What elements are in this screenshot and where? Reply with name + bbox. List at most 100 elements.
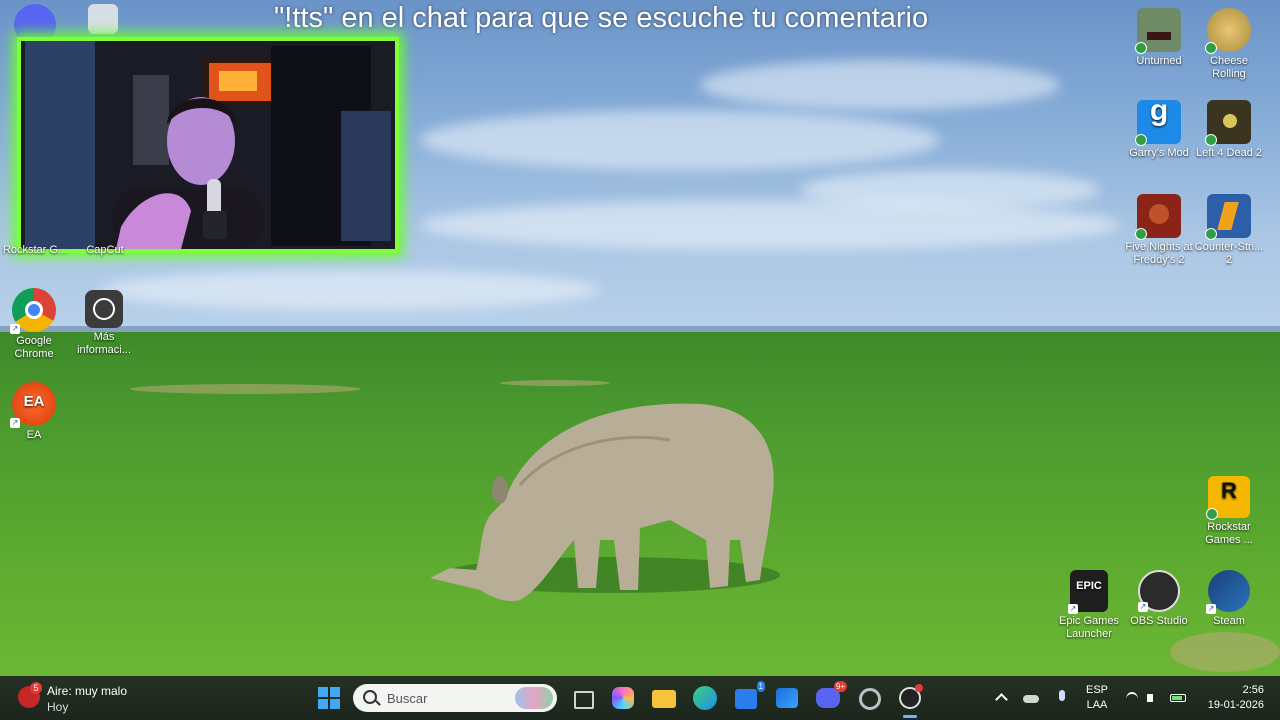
task-view-icon: [574, 691, 594, 709]
settings-button[interactable]: [856, 685, 882, 711]
cheese-rolling-icon: [1205, 8, 1251, 54]
app-icon: [88, 4, 118, 34]
taskbar: 5 Aire: muy malo Hoy Buscar 1 9+ ESP LAA…: [0, 676, 1280, 720]
language-bottom: LAA: [1086, 699, 1108, 711]
icon-label: Garry's Mod: [1129, 147, 1189, 159]
chrome-icon: ↗: [10, 288, 56, 334]
show-hidden-icons-chevron-icon[interactable]: [994, 690, 1010, 706]
windows-logo-icon: [318, 687, 328, 697]
icon-label: CapCut: [86, 244, 124, 256]
shortcut-arrow-icon: ↗: [1206, 604, 1216, 614]
icon-label: Five Nights at Freddy's 2: [1125, 241, 1193, 266]
clock-date: 19-01-2026: [1207, 699, 1264, 711]
sync-check-icon: [1205, 42, 1217, 54]
desktop-icon-ea[interactable]: EA ↗ EA: [0, 382, 71, 442]
desktop-icon-unturned[interactable]: Unturned: [1122, 8, 1196, 68]
desktop-icon-garrys-mod[interactable]: g Garry's Mod: [1122, 96, 1196, 160]
icon-label: Más informaci...: [77, 331, 131, 356]
unturned-icon: [1135, 8, 1181, 54]
volume-icon[interactable]: [1146, 690, 1162, 706]
gear-icon: [859, 688, 881, 710]
icon-label: OBS Studio: [1130, 615, 1188, 627]
desktop-icon-obs-studio[interactable]: ↗ OBS Studio: [1122, 570, 1196, 628]
sync-check-icon: [1135, 228, 1147, 240]
battery-icon[interactable]: [1170, 690, 1186, 706]
desktop-icon-steam[interactable]: ↗ Steam: [1192, 570, 1266, 628]
language-indicator[interactable]: ESP LAA: [1086, 683, 1108, 713]
desktop-icon-rockstar-games-launcher[interactable]: R Rockstar Games ...: [1192, 476, 1266, 547]
search-icon: [363, 690, 377, 704]
shortcut-arrow-icon: ↗: [10, 418, 20, 428]
obs-studio-icon: ↗: [1138, 570, 1180, 612]
steam-icon: ↗: [1206, 570, 1250, 614]
desktop-icon-epic-games-launcher[interactable]: EPIC ↗ Epic Games Launcher: [1052, 570, 1126, 641]
weather-widget[interactable]: 5 Aire: muy malo Hoy: [18, 682, 168, 714]
sync-check-icon: [1135, 134, 1147, 146]
recording-dot-icon: [915, 684, 923, 692]
fnaf2-icon: [1135, 194, 1181, 240]
counter-strike-2-icon: [1205, 194, 1251, 240]
sync-check-icon: [1205, 134, 1217, 146]
microsoft-store-button[interactable]: 1: [733, 681, 765, 711]
discord-button[interactable]: 9+: [815, 681, 847, 711]
icon-label: Rockstar G...: [2, 244, 68, 256]
search-placeholder: Buscar: [387, 691, 428, 706]
discord-badge: 9+: [833, 681, 847, 692]
desktop-icon-left-4-dead-2[interactable]: Left 4 Dead 2: [1192, 100, 1266, 160]
task-view-button[interactable]: [570, 685, 596, 711]
icon-label: Rockstar Games ...: [1205, 521, 1253, 546]
epic-games-icon: EPIC ↗: [1068, 570, 1108, 614]
copilot-button[interactable]: [610, 685, 636, 711]
file-explorer-button[interactable]: [651, 685, 677, 711]
shortcut-arrow-icon: ↗: [10, 324, 20, 334]
ea-icon: EA ↗: [10, 382, 56, 428]
sync-check-icon: [1206, 508, 1218, 520]
microphone-icon[interactable]: [1054, 690, 1070, 706]
start-button[interactable]: [318, 687, 340, 709]
search-highlight-art: [515, 687, 553, 709]
icon-label: Steam: [1213, 615, 1245, 627]
active-app-indicator: [903, 715, 917, 718]
desktop-icon-mas-informacion[interactable]: Más informaci...: [67, 290, 141, 357]
edge-icon: [693, 686, 717, 710]
edge-button[interactable]: [692, 685, 718, 711]
icon-label: Counter-Stri... 2: [1194, 241, 1264, 266]
outlook-button[interactable]: [774, 685, 800, 711]
copilot-icon: [612, 687, 634, 709]
desktop-icon-rockstar-partial[interactable]: Rockstar G...: [0, 244, 70, 257]
wifi-icon[interactable]: [1124, 690, 1140, 706]
rhino-image: [430, 403, 780, 602]
icon-label: Epic Games Launcher: [1059, 615, 1119, 640]
webcam-feed: [21, 41, 395, 249]
icon-label: Cheese Rolling: [1210, 55, 1248, 80]
store-badge: 1: [756, 681, 765, 692]
desktop-icon-cheese-rolling[interactable]: Cheese Rolling: [1192, 8, 1266, 81]
weather-sub-text: Hoy: [47, 700, 69, 714]
language-top: ESP: [1086, 684, 1109, 696]
icon-label: EA: [26, 429, 42, 441]
desktop-icon-google-chrome[interactable]: ↗ Google Chrome: [0, 288, 71, 361]
icon-label: Google Chrome: [14, 335, 54, 360]
desktop-icon-five-nights-at-freddys-2[interactable]: Five Nights at Freddy's 2: [1122, 194, 1196, 267]
icon-label: Unturned: [1136, 55, 1182, 67]
left-4-dead-2-icon: [1205, 100, 1251, 146]
clock-time: 2:56: [1242, 684, 1264, 696]
taskbar-search-box[interactable]: Buscar: [353, 684, 557, 712]
more-info-icon: [85, 290, 123, 328]
shortcut-arrow-icon: ↗: [1138, 602, 1148, 612]
store-icon: [735, 689, 757, 709]
desktop-icon-partial-2[interactable]: [68, 4, 138, 37]
desktop-icon-capcut-partial[interactable]: CapCut: [70, 244, 140, 257]
shortcut-arrow-icon: ↗: [1068, 604, 1078, 614]
desktop-icon-counter-strike-2[interactable]: Counter-Stri... 2: [1192, 194, 1266, 267]
outlook-icon: [776, 688, 798, 708]
stream-tts-overlay-text: "!tts" en el chat para que se escuche tu…: [274, 2, 929, 34]
obs-studio-taskbar-button[interactable]: [897, 684, 923, 718]
webcam-overlay: [17, 37, 399, 253]
onedrive-cloud-icon[interactable]: [1023, 690, 1039, 706]
rockstar-games-icon: R: [1206, 476, 1250, 520]
sync-check-icon: [1135, 42, 1147, 54]
garrys-mod-icon: g: [1135, 96, 1181, 146]
taskbar-clock[interactable]: 2:56 19-01-2026: [1196, 683, 1264, 713]
folder-icon: [652, 690, 676, 708]
